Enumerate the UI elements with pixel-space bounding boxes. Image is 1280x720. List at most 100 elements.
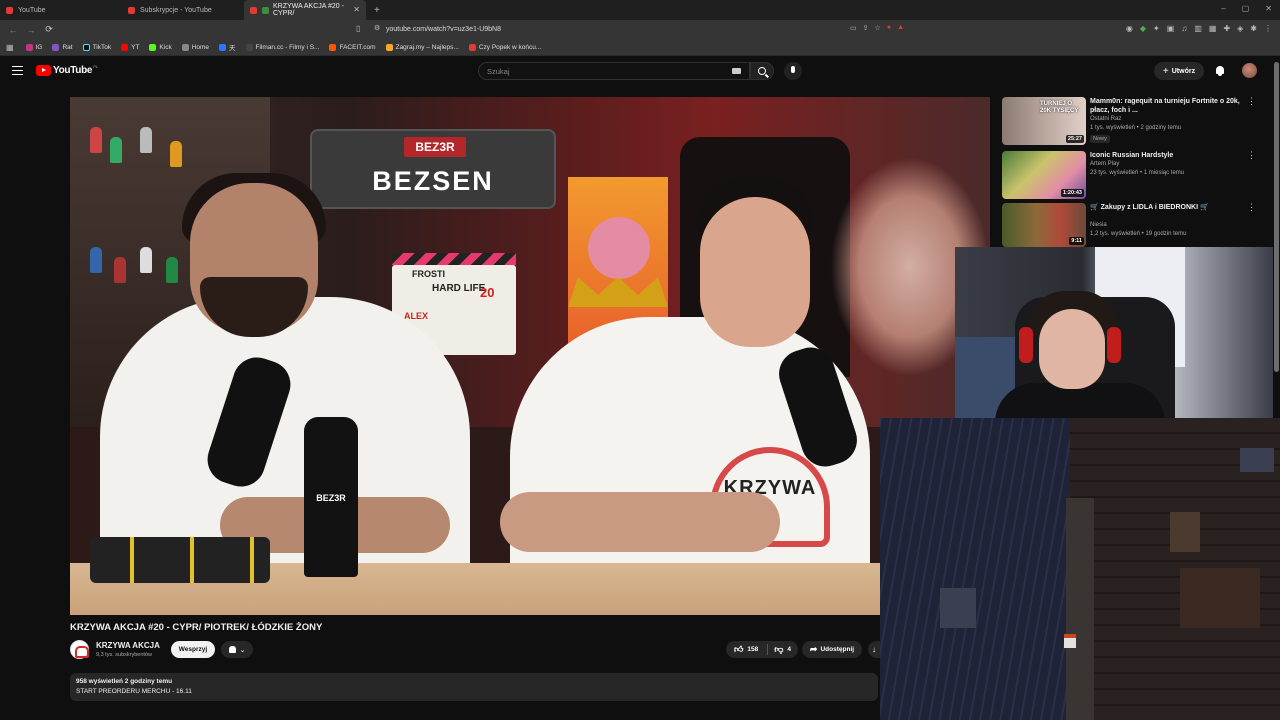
bookmark-ig[interactable]: IG: [25, 43, 42, 51]
apps-grid-icon[interactable]: ▦: [6, 43, 14, 52]
sidebar-toggle-icon[interactable]: ▥: [1194, 24, 1202, 33]
share-button[interactable]: ➦ Udostępnij: [802, 641, 862, 658]
rat-icon: [52, 43, 60, 51]
tab-current-video[interactable]: KRZYWA AKCJA #20 - CYPR/ ✕: [244, 0, 366, 20]
more-options-icon[interactable]: ⋮: [1247, 151, 1256, 160]
keyboard-icon[interactable]: [732, 68, 741, 74]
bookmark-filman[interactable]: Filman.cc - Filmy i S...: [245, 43, 319, 51]
recommendation-title[interactable]: Mamm0n: ragequit na turnieju Fortnite o …: [1090, 97, 1250, 115]
more-options-icon[interactable]: ⋮: [1247, 203, 1256, 212]
omnibox[interactable]: ▯ ⚙ youtube.com/watch?v=uz3e1-U9bN8 ▭ ⇪ …: [354, 22, 908, 37]
support-button[interactable]: Wesprzyj: [171, 641, 215, 658]
extension-puzzle2-icon[interactable]: ✚: [1223, 24, 1230, 33]
recommendation-meta: 1,2 tys. wyświetleń • 19 godzin temu: [1090, 231, 1187, 237]
extension-eye-icon[interactable]: ◉: [1126, 24, 1133, 33]
bookmark-kick[interactable]: Kick: [149, 43, 172, 51]
close-window-button[interactable]: ✕: [1265, 4, 1272, 13]
figurine: [90, 247, 102, 273]
chevron-down-icon: ⌄: [239, 646, 246, 654]
dislike-button[interactable]: 👎︎ 4: [768, 644, 791, 655]
recommendation-item[interactable]: 1:20:43 Iconic Russian Hardstyle Artem P…: [1000, 149, 1272, 199]
tab-label: Subskrypcje - YouTube: [140, 6, 212, 14]
like-button[interactable]: 👍︎ 158: [726, 644, 769, 655]
extension-grid-icon[interactable]: ▦: [1209, 24, 1217, 33]
bookmark-tiktok[interactable]: TikTok: [82, 43, 111, 51]
search-button[interactable]: [750, 62, 774, 80]
tab-youtube[interactable]: YouTube: [0, 0, 122, 20]
more-options-icon[interactable]: ⋮: [1247, 97, 1256, 106]
hamburger-menu-icon[interactable]: [12, 66, 23, 75]
channel-avatar[interactable]: [70, 640, 89, 659]
webcam-shirt: [995, 383, 1165, 423]
figurine: [110, 137, 122, 163]
x-icon: [181, 43, 189, 51]
recommendation-item[interactable]: TURNIEJ O 20K TYSIĘCY 25:27 Mamm0n: rage…: [1000, 95, 1272, 145]
video-thumbnail[interactable]: TURNIEJ O 20K TYSIĘCY 25:27: [1002, 97, 1086, 145]
reload-icon[interactable]: ⟳: [44, 24, 54, 35]
game-brick: [1180, 568, 1260, 628]
user-avatar[interactable]: [1242, 63, 1257, 78]
close-tab-icon[interactable]: ✕: [353, 5, 360, 14]
extension-gear-icon[interactable]: ✱: [1250, 24, 1257, 33]
recommendation-channel[interactable]: Artem Play: [1090, 161, 1119, 167]
recommendation-item[interactable]: 9:11 🛒 Zakupy z LIDLA i BIEDRONKI 🛒 Nies…: [1000, 201, 1272, 251]
thumbs-down-icon: 👎︎: [774, 644, 784, 654]
page-scrollbar[interactable]: [1274, 62, 1279, 372]
minimize-button[interactable]: –: [1221, 4, 1225, 13]
extensions-toolbar: ◉ ◆ ✦ ▣ ♫ ▥ ▦ ✚ ◈ ✱ ⋮: [1126, 24, 1272, 33]
description-box[interactable]: 958 wyświetleń 2 godziny temu START PREO…: [70, 673, 878, 701]
search-input[interactable]: Szukaj: [478, 62, 750, 80]
site-info-icon[interactable]: ⚙: [374, 24, 380, 32]
dislike-count: 4: [787, 646, 792, 653]
bookmark-yt[interactable]: YT: [121, 43, 139, 51]
tab-subscriptions[interactable]: Subskrypcje - YouTube: [122, 0, 244, 20]
video-thumbnail[interactable]: 1:20:43: [1002, 151, 1086, 199]
kick-icon: [149, 43, 157, 51]
star-icon[interactable]: ☆: [875, 24, 881, 32]
extension-shield-icon[interactable]: ◈: [1237, 24, 1243, 33]
youtube-wordmark: YouTube: [53, 65, 93, 76]
bookmark-rat[interactable]: Rat: [52, 43, 73, 51]
bookmark-star-icon[interactable]: ▯: [356, 24, 360, 33]
extension-puzzle-icon[interactable]: ✦: [1153, 24, 1160, 33]
bookmark-tian[interactable]: 天: [219, 42, 236, 52]
sign-big-text: BEZSEN: [372, 166, 494, 196]
download-button[interactable]: ↓: [868, 641, 880, 658]
browser-menu-icon[interactable]: ⋮: [1264, 24, 1272, 33]
forward-arrow-icon[interactable]: →: [26, 25, 36, 35]
sign-small-text: BEZ3R: [404, 137, 466, 157]
tab-label: YouTube: [18, 6, 46, 14]
video-thumbnail[interactable]: 9:11: [1002, 203, 1086, 247]
maximize-button[interactable]: ▢: [1242, 4, 1250, 13]
bookmark-zagraj[interactable]: Zagraj.my – Najleps...: [385, 43, 459, 51]
new-tab-button[interactable]: +: [374, 5, 380, 16]
recommendation-channel[interactable]: Ostatni Raz: [1090, 116, 1121, 122]
bookmark-label: FACEIT.com: [339, 43, 376, 51]
bookmark-home[interactable]: Home: [181, 43, 209, 51]
extension-warning-icon[interactable]: ▲: [897, 24, 904, 32]
youtube-logo[interactable]: YouTube PL: [36, 64, 98, 76]
bookmark-faceit[interactable]: FACEIT.com: [329, 43, 376, 51]
voice-search-button[interactable]: [784, 62, 802, 80]
bookmark-popek[interactable]: Czy Popek w końcu...: [468, 43, 541, 51]
channel-name[interactable]: KRZYWA AKCJA: [96, 641, 160, 650]
create-button[interactable]: + Utwórz: [1154, 62, 1204, 80]
notifications-bell-icon[interactable]: [1215, 66, 1225, 76]
recommendation-title[interactable]: Iconic Russian Hardstyle: [1090, 151, 1250, 160]
extension-box-icon[interactable]: ▣: [1167, 24, 1175, 33]
url-text[interactable]: youtube.com/watch?v=uz3e1-U9bN8: [386, 26, 501, 33]
recommendation-title[interactable]: 🛒 Zakupy z LIDLA i BIEDRONKI 🛒: [1090, 203, 1250, 212]
share-page-icon[interactable]: ⇪: [863, 24, 869, 32]
video-player[interactable]: BEZ3R BEZSEN FROSTI HARD LIFE 20 ALEX KR…: [70, 97, 990, 615]
cast-icon[interactable]: ▭: [850, 24, 857, 32]
extension-green-icon[interactable]: ◆: [1140, 24, 1146, 33]
tiktok-icon: [82, 43, 90, 51]
recommendation-channel[interactable]: Niesia: [1090, 222, 1107, 228]
game-character: [1064, 634, 1076, 648]
recommendation-meta: 1 tys. wyświetleń • 2 godziny temu: [1090, 125, 1182, 131]
notification-settings-button[interactable]: ⌄: [221, 641, 253, 658]
extension-red-icon[interactable]: ●: [887, 24, 891, 32]
media-control-icon[interactable]: ♫: [1181, 24, 1187, 33]
back-arrow-icon[interactable]: ←: [8, 25, 18, 35]
views-and-date: 958 wyświetleń 2 godziny temu: [76, 678, 173, 685]
